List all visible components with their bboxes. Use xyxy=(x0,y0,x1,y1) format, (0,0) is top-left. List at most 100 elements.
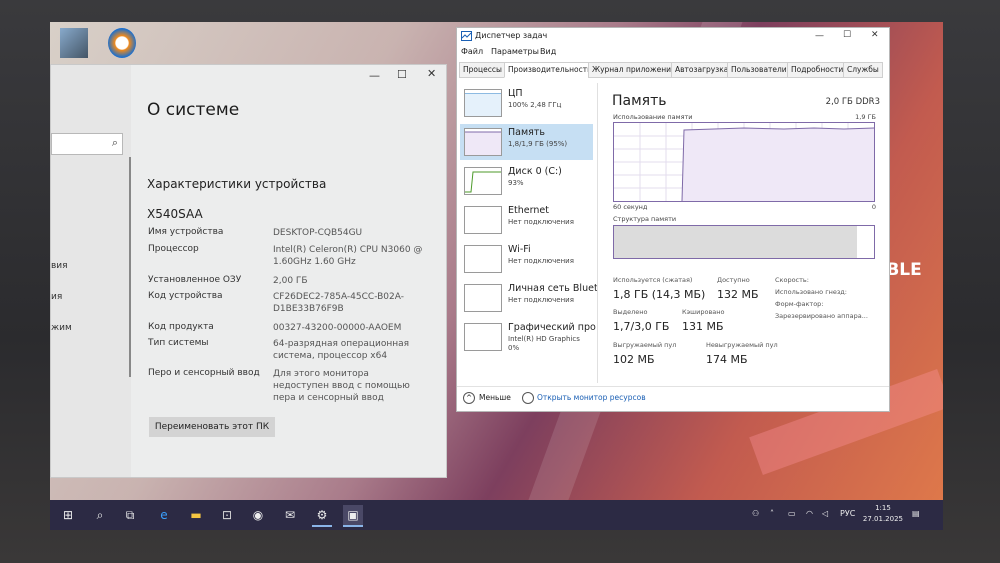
resource-sub: Нет подключения xyxy=(508,218,574,226)
bluetooth-thumbnail xyxy=(464,284,502,312)
clock[interactable]: 1:15 27.01.2025 xyxy=(863,503,903,525)
notifications-icon[interactable]: ▤ xyxy=(912,509,920,518)
spec-key: Код продукта xyxy=(148,322,214,332)
recycle-bin-icon[interactable] xyxy=(60,28,88,58)
usage-label: Использование памяти xyxy=(613,113,693,121)
settings-sidebar: ⌕ вия ия жим xyxy=(51,65,131,477)
desktop-screen: IBLE ⌕ вия ия жим — ☐ ✕ О системе Характ… xyxy=(50,22,943,530)
resource-sub: Нет подключения xyxy=(508,257,574,265)
right-stat: Использовано гнезд: xyxy=(775,288,847,296)
search-input[interactable]: ⌕ xyxy=(51,133,123,155)
window-title: Диспетчер задач xyxy=(475,31,548,40)
tab-details[interactable]: Подробности xyxy=(787,62,848,78)
detail-title: Память xyxy=(612,93,667,109)
resource-sub: 93% xyxy=(508,179,524,187)
edge-browser-icon[interactable]: e xyxy=(154,505,174,525)
stat-label: Используется (сжатая) xyxy=(613,276,693,284)
time-label: 60 секунд xyxy=(613,203,648,211)
language-indicator[interactable]: РУС xyxy=(840,509,855,518)
rename-pc-button[interactable]: Переименовать этот ПК xyxy=(149,417,275,437)
memory-type: 2,0 ГБ DDR3 xyxy=(825,97,880,107)
stat-value: 132 МБ xyxy=(717,288,759,301)
right-stat: Зарезервировано аппара... xyxy=(775,312,868,320)
resource-memory[interactable]: Память 1,8/1,9 ГБ (95%) xyxy=(460,124,593,160)
resource-ethernet[interactable]: Ethernet Нет подключения xyxy=(460,202,593,238)
wifi-thumbnail xyxy=(464,245,502,273)
resource-name: Графический про xyxy=(508,322,596,333)
people-icon[interactable]: ⚇ xyxy=(752,509,759,518)
tab-processes[interactable]: Процессы xyxy=(459,62,506,78)
sidebar-item[interactable]: ия xyxy=(51,292,62,302)
task-manager-window: Диспетчер задач — ☐ ✕ Файл Параметры Вид… xyxy=(456,27,890,412)
mail-icon[interactable]: ✉ xyxy=(280,505,300,525)
resource-bluetooth[interactable]: Личная сеть Bluet Нет подключения xyxy=(460,280,598,316)
stat-value: 174 МБ xyxy=(706,353,748,366)
fewer-details-link[interactable]: Меньше xyxy=(479,393,511,402)
spec-key: Тип системы xyxy=(148,338,209,348)
spec-value: 64-разрядная операционная система, проце… xyxy=(273,339,410,361)
spec-key: Перо и сенсорный ввод xyxy=(148,368,260,378)
wifi-icon[interactable]: ◠ xyxy=(806,509,813,518)
resource-sub: Intel(R) HD Graphics 0% xyxy=(508,335,580,352)
close-button[interactable]: ✕ xyxy=(871,30,879,40)
task-manager-taskbar-icon[interactable]: ▣ xyxy=(343,505,363,527)
stat-value: 102 МБ xyxy=(613,353,655,366)
taskbar: ⊞ ⌕ ⧉ e ▬ ⊡ ◉ ✉ ⚙ ▣ ⚇ ˄ ▭ ◠ ◁ РУС 1:15 2… xyxy=(50,500,943,530)
task-view-icon[interactable]: ⧉ xyxy=(120,505,140,525)
volume-icon[interactable]: ◁ xyxy=(822,509,828,518)
settings-window: ⌕ вия ия жим — ☐ ✕ О системе Характерист… xyxy=(50,64,447,478)
memory-detail-pane: Память 2,0 ГБ DDR3 Использование памяти … xyxy=(597,83,888,383)
cpu-thumbnail xyxy=(464,89,502,117)
menu-file[interactable]: Файл xyxy=(461,47,483,56)
store-icon[interactable]: ⊡ xyxy=(217,505,237,525)
app-shortcut-icon[interactable] xyxy=(108,28,136,58)
maximize-button[interactable]: ☐ xyxy=(843,30,851,40)
open-resource-monitor-link[interactable]: Открыть монитор ресурсов xyxy=(537,393,646,402)
clock-time: 1:15 xyxy=(875,504,891,512)
close-button[interactable]: ✕ xyxy=(427,67,436,80)
sidebar-item[interactable]: вия xyxy=(51,261,68,271)
media-player-icon[interactable]: ◉ xyxy=(248,505,268,525)
spec-value: Для этого монитора недоступен ввод с пом… xyxy=(273,369,410,403)
resource-sub: Нет подключения xyxy=(508,296,574,304)
start-windows-icon[interactable]: ⊞ xyxy=(58,505,78,525)
stat-value: 1,7/3,0 ГБ xyxy=(613,320,670,333)
maximize-button[interactable]: ☐ xyxy=(397,68,407,81)
resource-name: Диск 0 (C:) xyxy=(508,166,562,177)
stat-label: Кэшировано xyxy=(682,308,725,316)
memory-thumbnail xyxy=(464,128,502,156)
minimize-button[interactable]: — xyxy=(369,69,380,82)
resource-name: Память xyxy=(508,127,545,138)
settings-gear-icon[interactable]: ⚙ xyxy=(312,505,332,527)
resource-sub: 1,8/1,9 ГБ (95%) xyxy=(508,140,568,148)
resource-disk[interactable]: Диск 0 (C:) 93% xyxy=(460,163,593,199)
spec-value: CF26DEC2-785A-45CC-B02A-D1BE33B76F9B xyxy=(273,292,404,314)
resource-name: Личная сеть Bluet xyxy=(508,283,598,294)
menu-view[interactable]: Вид xyxy=(540,47,556,56)
chevron-up-icon[interactable]: ^ xyxy=(463,392,475,404)
struct-label: Структура памяти xyxy=(613,215,677,223)
resource-cpu[interactable]: ЦП 100% 2,48 ГГц xyxy=(460,85,593,121)
sidebar-scrollbar[interactable] xyxy=(129,157,131,377)
memory-usage-graph xyxy=(613,122,875,202)
resource-wifi[interactable]: Wi-Fi Нет подключения xyxy=(460,241,593,277)
tab-app-history[interactable]: Журнал приложений xyxy=(588,62,680,78)
resource-sub: 100% 2,48 ГГц xyxy=(508,101,562,109)
resource-list: ЦП 100% 2,48 ГГц Память 1,8/1,9 ГБ (95%)… xyxy=(460,83,598,383)
tab-users[interactable]: Пользователи xyxy=(727,62,791,78)
resource-gpu[interactable]: Графический про Intel(R) HD Graphics 0% xyxy=(460,319,596,355)
minimize-button[interactable]: — xyxy=(815,31,824,41)
tab-services[interactable]: Службы xyxy=(843,62,883,78)
spec-key: Код устройства xyxy=(148,291,223,301)
battery-icon[interactable]: ▭ xyxy=(788,509,796,518)
menu-options[interactable]: Параметры xyxy=(491,47,539,56)
file-explorer-icon[interactable]: ▬ xyxy=(186,505,206,525)
search-icon[interactable]: ⌕ xyxy=(90,505,110,525)
device-model: X540SAA xyxy=(147,207,203,221)
gpu-thumbnail xyxy=(464,323,502,351)
sidebar-item[interactable]: жим xyxy=(51,323,72,333)
chevron-up-icon[interactable]: ˄ xyxy=(770,509,774,518)
task-manager-icon xyxy=(461,31,472,41)
tab-performance[interactable]: Производительность xyxy=(504,62,596,78)
tab-startup[interactable]: Автозагрузка xyxy=(671,62,733,78)
